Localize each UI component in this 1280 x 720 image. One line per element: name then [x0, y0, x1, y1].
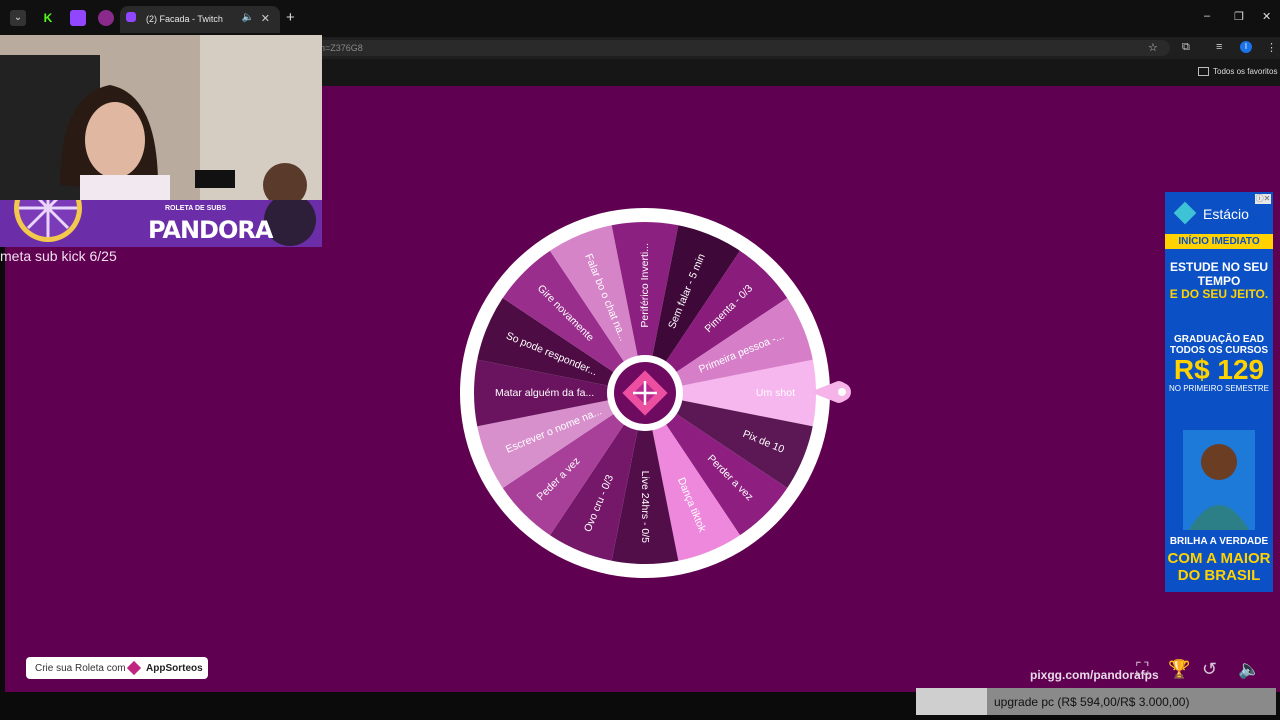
speaker-icon[interactable]: 🔈: [242, 12, 254, 23]
wheel-segment-label: Um shot: [756, 387, 795, 399]
ad-person-image: [1183, 430, 1255, 530]
profile-avatar[interactable]: I: [1240, 41, 1252, 53]
extensions-icon[interactable]: ⧉: [1182, 41, 1190, 54]
donation-goal-bar: upgrade pc (R$ 594,00/R$ 3.000,00): [916, 688, 1276, 715]
url-text: h=Z376G8: [320, 43, 363, 53]
banner-title: PANDORA: [148, 216, 273, 244]
kick-icon[interactable]: K: [40, 10, 56, 26]
folder-icon: [1198, 67, 1209, 77]
close-icon[interactable]: ✕: [261, 12, 270, 25]
wheel-peg: [607, 215, 613, 222]
promo-text: Crie sua Roleta com: [35, 663, 126, 674]
plus-icon[interactable]: +: [286, 9, 295, 26]
ad-tagline-2: COM A MAIOR DO BRASIL: [1167, 550, 1271, 584]
wheel-peg: [543, 242, 549, 248]
wheel-peg: [494, 489, 500, 495]
volume-icon[interactable]: 🔈: [1238, 659, 1260, 680]
estacio-ad[interactable]: ⓘ✕ Estácio INÍCIO IMEDIATO ESTUDE NO SEU…: [1165, 192, 1273, 592]
ad-close-icon[interactable]: ⓘ✕: [1255, 194, 1271, 204]
wheel-segment-label: Live 24hrs - 0/5: [639, 471, 651, 544]
ad-brand: Estácio: [1203, 206, 1249, 222]
estacio-logo-icon: [1173, 201, 1197, 225]
ad-tagline: BRILHA A VERDADE: [1169, 536, 1269, 547]
wheel-peg: [677, 564, 683, 571]
ad-band: INÍCIO IMEDIATO: [1165, 234, 1273, 249]
appsorteos-icon: [126, 660, 142, 676]
webcam-image: [0, 35, 322, 202]
tab-title: (2) Facada - Twitch: [146, 14, 223, 24]
twitch-icon[interactable]: [70, 10, 86, 26]
banner-subtitle: ROLETA DE SUBS: [165, 205, 227, 212]
wheel-segment-label: Periférico Inverti...: [639, 243, 651, 328]
undo-icon[interactable]: ↺: [1202, 659, 1217, 680]
wheel-peg: [607, 564, 613, 571]
create-roulette-link[interactable]: Crie sua Roleta com AppSorteos: [26, 657, 208, 679]
url-field[interactable]: h=Z376G8 ☆: [310, 40, 1170, 56]
media-icon[interactable]: ≡: [1216, 41, 1222, 53]
wheel-peg: [790, 291, 796, 297]
window-close-icon[interactable]: ✕: [1262, 10, 1271, 23]
wheel-peg: [467, 355, 474, 361]
wheel-peg: [741, 242, 747, 248]
wheel-segment-label: Matar alguém da fa...: [495, 387, 594, 399]
minimize-icon[interactable]: –: [1204, 10, 1210, 22]
tab-icon[interactable]: [98, 10, 114, 26]
tab-list-icon[interactable]: ⌄: [10, 10, 26, 26]
ad-headline-2: E DO SEU JEITO.: [1169, 287, 1269, 301]
tab-bar: ⌄ K (2) Facada - Twitch 🔈 ✕ + – ❐ ✕: [0, 0, 1280, 37]
menu-icon[interactable]: ⋮: [1266, 41, 1277, 54]
prize-wheel[interactable]: Um shotPix de 10Perder a vezDança tiktok…: [460, 208, 830, 578]
wheel-peg: [467, 425, 474, 431]
promo-brand: AppSorteos: [146, 663, 203, 674]
fullscreen-icon[interactable]: ⛶: [1136, 659, 1149, 680]
sub-goal-text: meta sub kick 6/25: [0, 248, 117, 264]
all-bookmarks[interactable]: Todos os favoritos: [1198, 67, 1278, 77]
bookmarks-label: Todos os favoritos: [1213, 67, 1278, 76]
wheel-peg: [816, 355, 823, 361]
wheel-peg: [816, 425, 823, 431]
wheel-peg: [677, 215, 683, 222]
wheel-pointer: [810, 381, 851, 403]
ad-note: NO PRIMEIRO SEMESTRE: [1168, 384, 1269, 393]
wheel-peg: [790, 489, 796, 495]
ad-headline: ESTUDE NO SEU TEMPO: [1169, 260, 1268, 288]
wheel-peg: [741, 538, 747, 544]
goal-progress-fill: [916, 688, 988, 715]
active-tab[interactable]: (2) Facada - Twitch 🔈 ✕: [120, 6, 280, 33]
star-icon[interactable]: ☆: [1148, 41, 1158, 54]
wheel-peg: [494, 291, 500, 297]
trophy-icon[interactable]: 🏆: [1168, 659, 1190, 680]
ad-price: R$ 129: [1173, 354, 1265, 385]
subs-roulette-banner: ROLETA DE SUBS PANDORA: [0, 200, 322, 247]
wheel-peg: [543, 538, 549, 544]
webcam-feed: [0, 35, 322, 202]
goal-text: upgrade pc (R$ 594,00/R$ 3.000,00): [994, 695, 1190, 709]
twitch-icon: [126, 12, 136, 22]
ad-course-text: GRADUAÇÃO EAD TODOS OS CURSOS: [1169, 334, 1269, 356]
maximize-icon[interactable]: ❐: [1234, 10, 1244, 23]
